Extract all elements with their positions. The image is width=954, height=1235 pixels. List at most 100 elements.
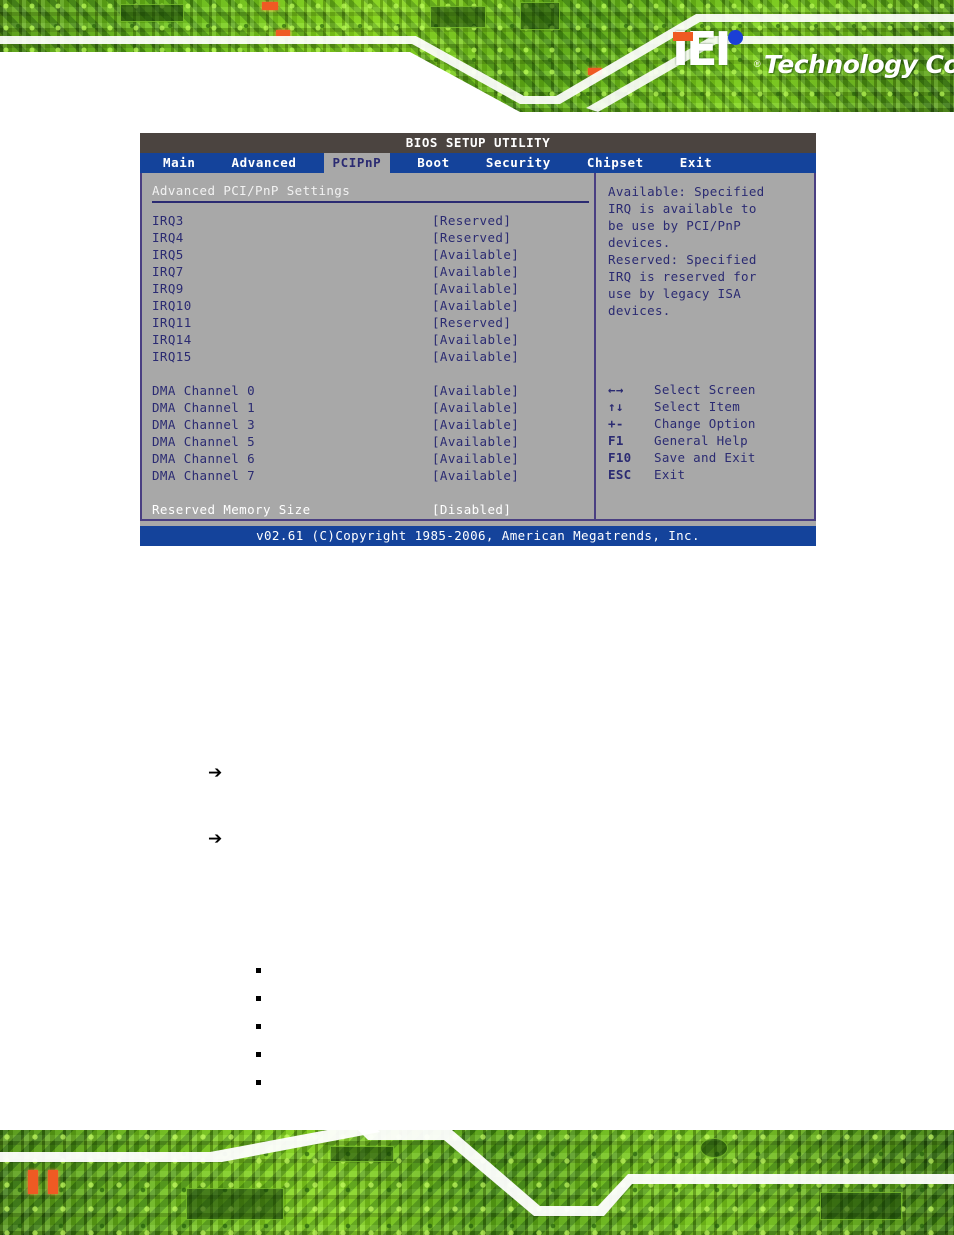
setting-value[interactable]: [Available] bbox=[432, 400, 519, 415]
setting-row-irq9[interactable]: IRQ9 [Available] bbox=[152, 280, 594, 297]
tab-gap bbox=[390, 153, 408, 173]
tab-gap bbox=[205, 153, 223, 173]
setting-row-irq10[interactable]: IRQ10 [Available] bbox=[152, 297, 594, 314]
bios-body: Advanced PCI/PnP Settings IRQ3 [Reserved… bbox=[140, 173, 816, 521]
setting-row-irq11[interactable]: IRQ11 [Reserved] bbox=[152, 314, 594, 331]
help-text-line: devices. bbox=[608, 303, 671, 318]
setting-value[interactable]: [Available] bbox=[432, 281, 519, 296]
page-footer-banner bbox=[0, 1130, 954, 1235]
key-legend: ←→ Select Screen ↑↓ Select Item +- Chang… bbox=[608, 381, 756, 483]
key-legend-row-exit: ESC Exit bbox=[608, 466, 756, 483]
setting-row-irq15[interactable]: IRQ15 [Available] bbox=[152, 348, 594, 365]
tab-gap bbox=[459, 153, 477, 173]
help-text-line: Available: Specified bbox=[608, 184, 765, 199]
iei-logo: IEI ® Technology Corp. bbox=[672, 26, 954, 92]
footer-swoosh-graphic bbox=[0, 1130, 954, 1216]
f10-key-icon: F10 bbox=[608, 450, 632, 465]
tab-gap bbox=[560, 153, 578, 173]
setting-label: IRQ11 bbox=[152, 315, 192, 330]
setting-row-irq4[interactable]: IRQ4 [Reserved] bbox=[152, 229, 594, 246]
square-bullet-icon bbox=[256, 968, 261, 973]
setting-value[interactable]: [Available] bbox=[432, 468, 519, 483]
setting-value[interactable]: [Disabled] bbox=[432, 502, 511, 517]
help-text-line: Reserved: Specified bbox=[608, 252, 757, 267]
row-spacer bbox=[152, 484, 594, 501]
arrow-left-right-icon: ←→ bbox=[608, 382, 624, 397]
setting-value[interactable]: [Available] bbox=[432, 349, 519, 364]
row-spacer bbox=[152, 365, 594, 382]
tab-gap bbox=[653, 153, 671, 173]
square-bullet-icon bbox=[256, 996, 261, 1001]
setting-value[interactable]: [Available] bbox=[432, 434, 519, 449]
arrow-up-down-icon: ↑↓ bbox=[608, 399, 624, 414]
square-bullet-icon bbox=[256, 1080, 261, 1085]
section-divider bbox=[152, 201, 589, 203]
setting-value[interactable]: [Reserved] bbox=[432, 315, 511, 330]
setting-value[interactable]: [Available] bbox=[432, 383, 519, 398]
setting-label: IRQ5 bbox=[152, 247, 184, 262]
setting-row-dma-channel-6[interactable]: DMA Channel 6 [Available] bbox=[152, 450, 594, 467]
setting-value[interactable]: [Available] bbox=[432, 298, 519, 313]
setting-label: IRQ9 bbox=[152, 281, 184, 296]
key-legend-description: Save and Exit bbox=[654, 450, 756, 465]
square-bullet-icon bbox=[256, 1052, 261, 1057]
tab-advanced[interactable]: Advanced bbox=[223, 153, 306, 173]
setting-value[interactable]: [Available] bbox=[432, 247, 519, 262]
setting-label: DMA Channel 7 bbox=[152, 468, 256, 483]
tab-pcipnp[interactable]: PCIPnP bbox=[323, 153, 391, 173]
key-legend-row-change-option: +- Change Option bbox=[608, 415, 756, 432]
setting-value[interactable]: [Available] bbox=[432, 451, 519, 466]
setting-row-dma-channel-7[interactable]: DMA Channel 7 [Available] bbox=[152, 467, 594, 484]
setting-row-dma-channel-5[interactable]: DMA Channel 5 [Available] bbox=[152, 433, 594, 450]
section-heading: Advanced PCI/PnP Settings bbox=[152, 183, 351, 198]
help-text-line: be use by PCI/PnP bbox=[608, 218, 742, 233]
setting-row-irq14[interactable]: IRQ14 [Available] bbox=[152, 331, 594, 348]
help-text-line: IRQ is available to bbox=[608, 201, 757, 216]
setting-row-dma-channel-0[interactable]: DMA Channel 0 [Available] bbox=[152, 382, 594, 399]
setting-row-irq5[interactable]: IRQ5 [Available] bbox=[152, 246, 594, 263]
help-text-line: use by legacy ISA bbox=[608, 286, 742, 301]
bios-help-panel: Available: Specified IRQ is available to… bbox=[596, 173, 814, 519]
setting-row-reserved-memory-size[interactable]: Reserved Memory Size [Disabled] bbox=[152, 501, 594, 518]
key-legend-description: Select Screen bbox=[654, 382, 756, 397]
setting-row-irq7[interactable]: IRQ7 [Available] bbox=[152, 263, 594, 280]
setting-value[interactable]: [Available] bbox=[432, 264, 519, 279]
setting-label: DMA Channel 0 bbox=[152, 383, 256, 398]
page-header-banner: IEI ® Technology Corp. bbox=[0, 0, 954, 112]
key-legend-description: Select Item bbox=[654, 399, 741, 414]
esc-key-icon: ESC bbox=[608, 467, 632, 482]
setting-row-dma-channel-1[interactable]: DMA Channel 1 [Available] bbox=[152, 399, 594, 416]
setting-label: DMA Channel 3 bbox=[152, 417, 256, 432]
setting-label: IRQ7 bbox=[152, 264, 184, 279]
bios-settings-panel: Advanced PCI/PnP Settings IRQ3 [Reserved… bbox=[142, 173, 594, 519]
setting-label: Reserved Memory Size bbox=[152, 502, 311, 517]
tab-boot[interactable]: Boot bbox=[408, 153, 459, 173]
square-bullet-icon bbox=[256, 1024, 261, 1029]
bios-tab-bar[interactable]: Main Advanced PCIPnP Boot Security Chips… bbox=[140, 153, 816, 173]
bios-copyright-footer: v02.61 (C)Copyright 1985-2006, American … bbox=[140, 526, 816, 546]
tab-main[interactable]: Main bbox=[154, 153, 205, 173]
setting-label: IRQ3 bbox=[152, 213, 184, 228]
setting-value[interactable]: [Available] bbox=[432, 417, 519, 432]
setting-value[interactable]: [Reserved] bbox=[432, 213, 511, 228]
f1-key-icon: F1 bbox=[608, 433, 624, 448]
setting-value[interactable]: [Available] bbox=[432, 332, 519, 347]
setting-label: DMA Channel 1 bbox=[152, 400, 256, 415]
setting-row-irq3[interactable]: IRQ3 [Reserved] bbox=[152, 212, 594, 229]
setting-label: IRQ14 bbox=[152, 332, 192, 347]
help-text-line: devices. bbox=[608, 235, 671, 250]
setting-label: IRQ15 bbox=[152, 349, 192, 364]
tab-exit[interactable]: Exit bbox=[671, 153, 722, 173]
setting-value[interactable]: [Reserved] bbox=[432, 230, 511, 245]
arrow-bullet-icon: ➔ bbox=[208, 829, 223, 849]
key-legend-description: General Help bbox=[654, 433, 748, 448]
key-legend-row-select-item: ↑↓ Select Item bbox=[608, 398, 756, 415]
setting-row-dma-channel-3[interactable]: DMA Channel 3 [Available] bbox=[152, 416, 594, 433]
key-legend-row-select-screen: ←→ Select Screen bbox=[608, 381, 756, 398]
key-legend-description: Change Option bbox=[654, 416, 756, 431]
tab-gap bbox=[306, 153, 324, 173]
tab-security[interactable]: Security bbox=[477, 153, 560, 173]
bios-setup-utility-screen: BIOS SETUP UTILITY Main Advanced PCIPnP … bbox=[140, 133, 816, 546]
plus-minus-icon: +- bbox=[608, 416, 624, 431]
tab-chipset[interactable]: Chipset bbox=[578, 153, 653, 173]
